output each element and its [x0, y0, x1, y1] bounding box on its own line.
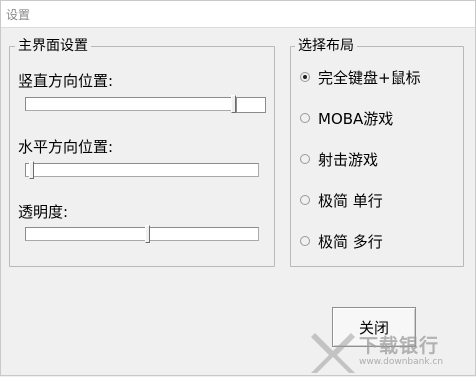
slider-track	[25, 227, 259, 241]
title-divider	[1, 27, 475, 28]
watermark-url: www.downbank.cn	[359, 357, 444, 367]
slider-track	[25, 163, 259, 177]
vertical-position-box[interactable]	[236, 97, 266, 113]
layout-selection-caption: 选择布局	[295, 38, 357, 54]
vertical-position-label: 竖直方向位置:	[18, 72, 114, 90]
radio-button[interactable]	[300, 195, 310, 205]
radio-label: 极简 单行	[318, 191, 383, 210]
radio-button[interactable]	[300, 154, 310, 164]
slider-thumb[interactable]	[29, 161, 34, 179]
vertical-position-slider[interactable]	[25, 95, 237, 115]
watermark-logo-icon	[311, 333, 355, 373]
horizontal-position-slider[interactable]	[25, 161, 259, 181]
radio-label: 射击游戏	[318, 150, 379, 169]
radio-button-checked[interactable]	[300, 72, 310, 82]
slider-thumb[interactable]	[145, 225, 150, 243]
window-title: 设置	[6, 8, 31, 22]
opacity-label: 透明度:	[18, 203, 69, 221]
slider-track	[25, 97, 237, 111]
main-settings-caption: 主界面设置	[15, 38, 91, 54]
layout-option-minimal-multi[interactable]: 极简 多行	[300, 231, 383, 251]
radio-label: 完全键盘+鼠标	[318, 68, 421, 87]
layout-option-minimal-single[interactable]: 极简 单行	[300, 190, 383, 210]
watermark: 下载银行 www.downbank.cn	[307, 329, 475, 377]
opacity-slider[interactable]	[25, 225, 259, 245]
radio-button[interactable]	[300, 113, 310, 123]
layout-option-moba[interactable]: MOBA游戏	[300, 108, 393, 128]
radio-button[interactable]	[300, 236, 310, 246]
horizontal-position-label: 水平方向位置:	[18, 138, 114, 156]
layout-option-shooter[interactable]: 射击游戏	[300, 149, 378, 169]
radio-label: 极简 多行	[318, 232, 383, 251]
radio-label: MOBA游戏	[318, 109, 394, 128]
settings-dialog: 设置 主界面设置 竖直方向位置: 水平方向位置: 透明度: 选择布局 完全键盘+…	[0, 0, 476, 376]
watermark-brand: 下载银行	[359, 335, 440, 357]
title-bar: 设置	[1, 1, 475, 27]
layout-option-keyboard-mouse[interactable]: 完全键盘+鼠标	[300, 67, 421, 87]
